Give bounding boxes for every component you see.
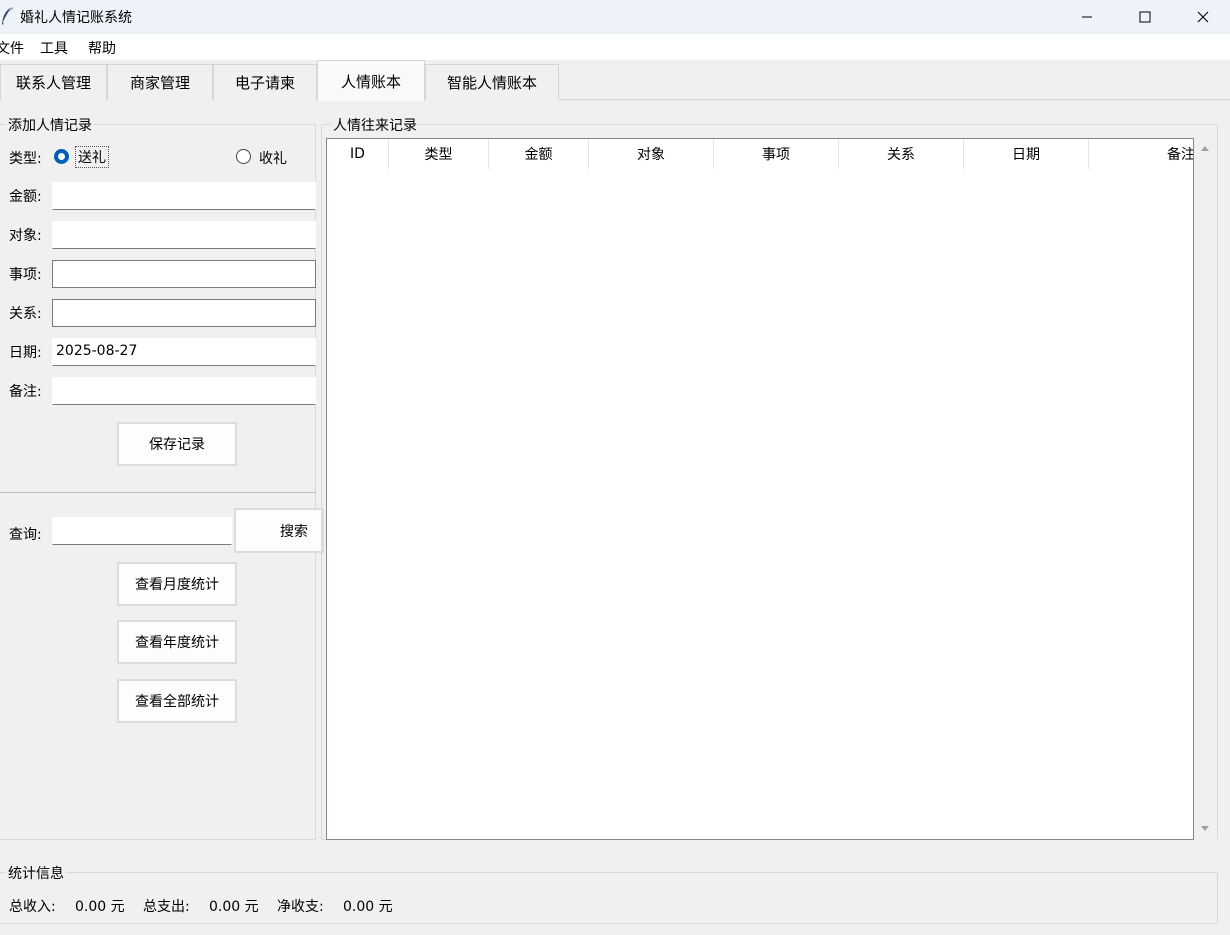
column-header-date[interactable]: 日期 bbox=[964, 139, 1089, 169]
close-button[interactable] bbox=[1174, 0, 1230, 34]
net-value: 0.00 元 bbox=[343, 899, 393, 915]
all-stats-button[interactable]: 查看全部统计 bbox=[117, 679, 237, 723]
column-header-person[interactable]: 对象 bbox=[589, 139, 714, 169]
search-button[interactable]: 搜索 bbox=[234, 508, 324, 553]
maximize-button[interactable] bbox=[1116, 0, 1174, 34]
column-header-type[interactable]: 类型 bbox=[389, 139, 489, 169]
income-value: 0.00 元 bbox=[75, 899, 125, 915]
income-label: 总收入: bbox=[9, 899, 56, 915]
menu-bar bbox=[0, 34, 1230, 60]
monthly-stats-button[interactable]: 查看月度统计 bbox=[117, 562, 237, 606]
window-title: 婚礼人情记账系统 bbox=[20, 10, 132, 26]
tab-smart-ledger[interactable]: 智能人情账本 bbox=[425, 64, 559, 100]
stats-title: 统计信息 bbox=[6, 863, 66, 883]
menu-help[interactable]: 帮助 bbox=[88, 38, 116, 58]
scroll-down-icon[interactable] bbox=[1199, 823, 1211, 835]
relation-label: 关系: bbox=[9, 306, 42, 322]
title-bar bbox=[0, 0, 1230, 34]
yearly-stats-button[interactable]: 查看年度统计 bbox=[117, 620, 237, 664]
type-label: 类型: bbox=[9, 151, 42, 167]
event-label: 事项: bbox=[9, 267, 42, 283]
scroll-up-icon[interactable] bbox=[1199, 142, 1211, 154]
radio-receive-label[interactable]: 收礼 bbox=[259, 148, 287, 168]
amount-input[interactable] bbox=[52, 182, 316, 210]
radio-give[interactable] bbox=[54, 149, 69, 164]
menu-file[interactable]: 文件 bbox=[0, 38, 24, 58]
date-label: 日期: bbox=[9, 345, 42, 361]
radio-receive[interactable] bbox=[236, 149, 251, 164]
relation-input[interactable] bbox=[52, 299, 316, 327]
net-label: 净收支: bbox=[277, 899, 324, 915]
save-record-button[interactable]: 保存记录 bbox=[117, 422, 237, 466]
column-header-note-label: 备注 bbox=[1167, 147, 1193, 163]
expense-value: 0.00 元 bbox=[209, 899, 259, 915]
amount-label: 金额: bbox=[9, 189, 42, 205]
person-input[interactable] bbox=[52, 221, 316, 249]
menu-tools[interactable]: 工具 bbox=[40, 38, 68, 58]
records-scrollbar[interactable] bbox=[1194, 138, 1217, 840]
column-header-id[interactable]: ID bbox=[327, 139, 389, 169]
query-input[interactable] bbox=[52, 517, 232, 545]
records-title: 人情往来记录 bbox=[331, 115, 419, 135]
maximize-icon bbox=[1139, 11, 1151, 23]
records-table[interactable] bbox=[326, 138, 1194, 840]
tab-invitations[interactable]: 电子请柬 bbox=[213, 64, 317, 100]
panel-divider bbox=[0, 492, 316, 493]
note-input[interactable] bbox=[52, 377, 316, 405]
column-header-note[interactable]: 备注 bbox=[1089, 139, 1193, 169]
radio-give-label[interactable]: 送礼 bbox=[75, 146, 109, 168]
add-record-title: 添加人情记录 bbox=[6, 115, 94, 135]
minimize-icon bbox=[1082, 16, 1092, 18]
close-icon bbox=[1197, 11, 1209, 23]
minimize-button[interactable] bbox=[1058, 0, 1116, 34]
feather-icon bbox=[0, 6, 14, 26]
column-header-event[interactable]: 事项 bbox=[714, 139, 839, 169]
note-label: 备注: bbox=[9, 384, 42, 400]
column-header-relation[interactable]: 关系 bbox=[839, 139, 964, 169]
event-input[interactable] bbox=[52, 260, 316, 288]
query-label: 查询: bbox=[9, 527, 42, 543]
date-input[interactable]: 2025-08-27 bbox=[52, 338, 316, 366]
person-label: 对象: bbox=[9, 228, 42, 244]
tab-vendors[interactable]: 商家管理 bbox=[107, 64, 213, 100]
tab-contacts[interactable]: 联系人管理 bbox=[0, 64, 107, 100]
column-header-amount[interactable]: 金额 bbox=[489, 139, 589, 169]
expense-label: 总支出: bbox=[143, 899, 190, 915]
tab-gift-ledger[interactable]: 人情账本 bbox=[317, 60, 425, 101]
